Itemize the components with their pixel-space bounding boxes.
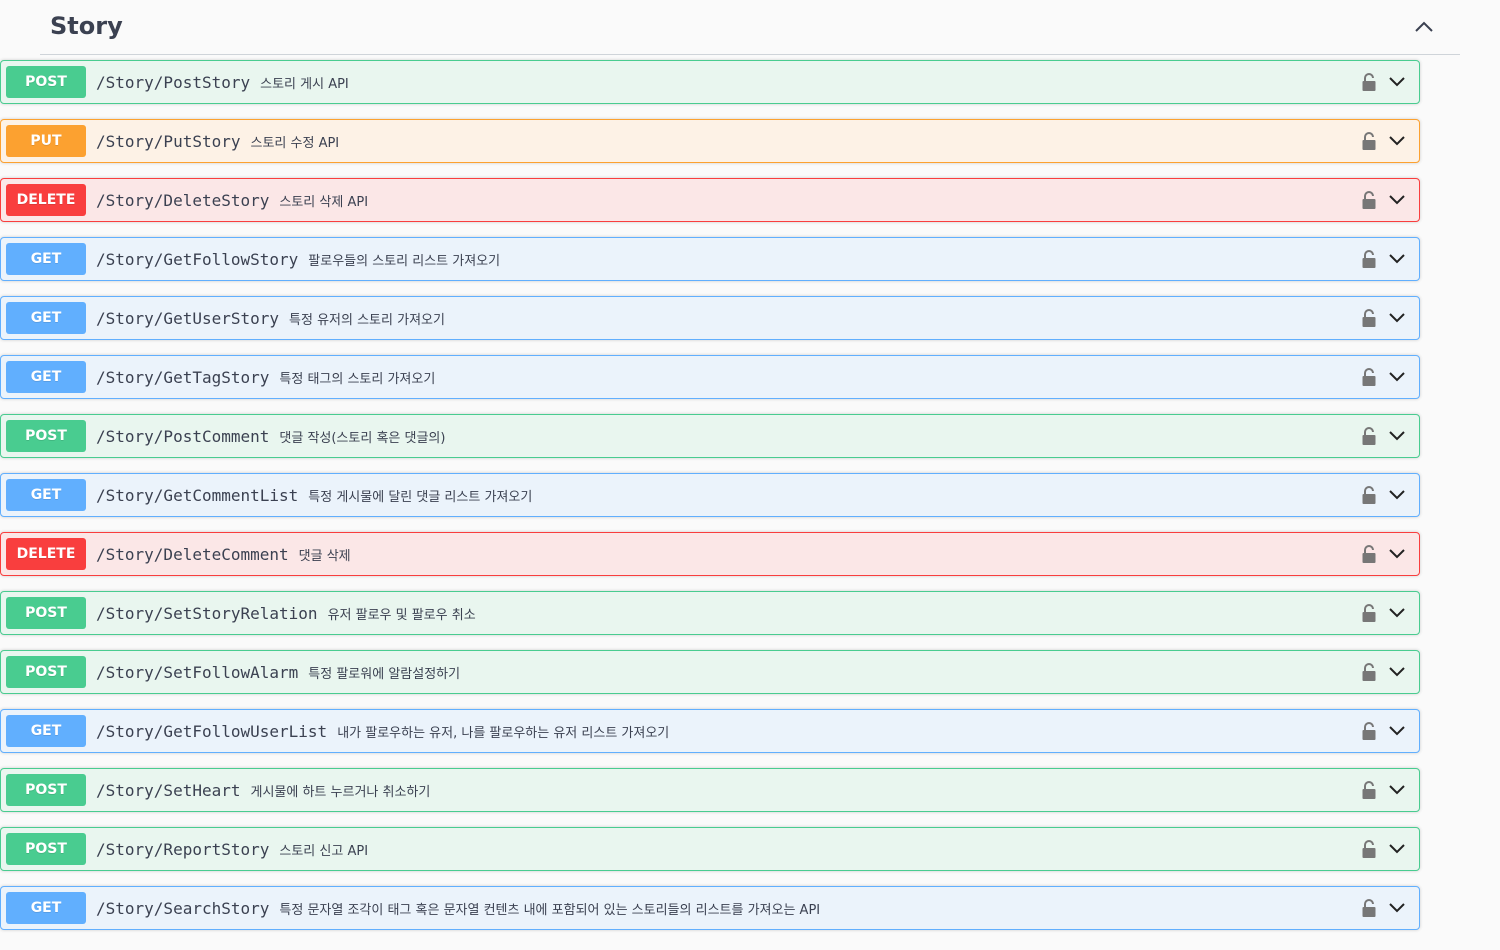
unlocked-padlock-icon[interactable] [1359, 424, 1379, 448]
unlocked-padlock-icon[interactable] [1359, 483, 1379, 507]
unlocked-padlock-icon[interactable] [1359, 837, 1379, 861]
story-section: Story [40, 0, 1460, 55]
operation-row-put[interactable]: PUT /Story/PutStory 스토리 수정 API [0, 119, 1420, 163]
chevron-down-icon[interactable] [1385, 365, 1409, 389]
method-badge: PUT [6, 125, 86, 157]
section-title: Story [50, 12, 123, 40]
operation-row-post[interactable]: POST /Story/SetFollowAlarm 특정 팔로워에 알람설정하… [0, 650, 1420, 694]
operation-summary: 댓글 작성(스토리 혹은 댓글의) [279, 430, 446, 446]
chevron-up-icon[interactable] [1404, 7, 1444, 47]
chevron-down-icon[interactable] [1385, 247, 1409, 271]
unlocked-padlock-icon[interactable] [1359, 660, 1379, 684]
operation-summary: 댓글 삭제 [298, 548, 351, 564]
method-badge: POST [6, 656, 86, 688]
operation-row-get[interactable]: GET /Story/SearchStory 특정 문자열 조각이 태그 혹은 … [0, 886, 1420, 930]
chevron-down-icon[interactable] [1385, 306, 1409, 330]
operation-summary: 특정 유저의 스토리 가져오기 [289, 312, 445, 328]
operation-summary: 스토리 수정 API [250, 135, 340, 151]
operation-row-get[interactable]: GET /Story/GetTagStory 특정 태그의 스토리 가져오기 [0, 355, 1420, 399]
operation-path: /Story/DeleteStory [96, 190, 270, 210]
method-badge: POST [6, 774, 86, 806]
operation-row-post[interactable]: POST /Story/ReportStory 스토리 신고 API [0, 827, 1420, 871]
operation-path: /Story/GetFollowStory [96, 249, 299, 269]
chevron-down-icon[interactable] [1385, 719, 1409, 743]
chevron-down-icon[interactable] [1385, 896, 1409, 920]
chevron-down-icon[interactable] [1385, 129, 1409, 153]
operation-row-get[interactable]: GET /Story/GetFollowUserList 내가 팔로우하는 유저… [0, 709, 1420, 753]
unlocked-padlock-icon[interactable] [1359, 129, 1379, 153]
unlocked-padlock-icon[interactable] [1359, 365, 1379, 389]
chevron-down-icon[interactable] [1385, 837, 1409, 861]
operation-path: /Story/SetHeart [96, 780, 241, 800]
operation-path: /Story/SetFollowAlarm [96, 662, 299, 682]
operation-path: /Story/GetTagStory [96, 367, 270, 387]
method-badge: GET [6, 479, 86, 511]
chevron-down-icon[interactable] [1385, 483, 1409, 507]
unlocked-padlock-icon[interactable] [1359, 896, 1379, 920]
operation-path: /Story/GetCommentList [96, 485, 299, 505]
operation-row-get[interactable]: GET /Story/GetFollowStory 팔로우들의 스토리 리스트 … [0, 237, 1420, 281]
unlocked-padlock-icon[interactable] [1359, 778, 1379, 802]
operation-row-get[interactable]: GET /Story/GetUserStory 특정 유저의 스토리 가져오기 [0, 296, 1420, 340]
method-badge: DELETE [6, 538, 86, 570]
unlocked-padlock-icon[interactable] [1359, 601, 1379, 625]
method-badge: GET [6, 361, 86, 393]
method-badge: GET [6, 892, 86, 924]
unlocked-padlock-icon[interactable] [1359, 70, 1379, 94]
operation-path: /Story/ReportStory [96, 839, 270, 859]
operation-path: /Story/DeleteComment [96, 544, 289, 564]
operation-row-get[interactable]: GET /Story/GetCommentList 특정 게시물에 달린 댓글 … [0, 473, 1420, 517]
chevron-down-icon[interactable] [1385, 660, 1409, 684]
operation-summary: 특정 팔로워에 알람설정하기 [308, 666, 461, 682]
operation-summary: 특정 태그의 스토리 가져오기 [279, 371, 436, 387]
operation-path: /Story/GetUserStory [96, 308, 280, 328]
operation-path: /Story/SearchStory [96, 898, 270, 918]
section-header[interactable]: Story [40, 0, 1460, 55]
operation-summary: 특정 게시물에 달린 댓글 리스트 가져오기 [308, 489, 533, 505]
method-badge: GET [6, 243, 86, 275]
method-badge: GET [6, 302, 86, 334]
chevron-down-icon[interactable] [1385, 601, 1409, 625]
method-badge: POST [6, 597, 86, 629]
chevron-down-icon[interactable] [1385, 424, 1409, 448]
unlocked-padlock-icon[interactable] [1359, 306, 1379, 330]
operation-row-post[interactable]: POST /Story/PostStory 스토리 게시 API [0, 60, 1420, 104]
operation-row-delete[interactable]: DELETE /Story/DeleteComment 댓글 삭제 [0, 532, 1420, 576]
method-badge: POST [6, 420, 86, 452]
operations-list: POST /Story/PostStory 스토리 게시 API PUT /St… [0, 60, 1420, 945]
operation-path: /Story/PostComment [96, 426, 270, 446]
method-badge: GET [6, 715, 86, 747]
method-badge: POST [6, 833, 86, 865]
operation-summary: 게시물에 하트 누르거나 취소하기 [250, 784, 431, 800]
chevron-down-icon[interactable] [1385, 188, 1409, 212]
method-badge: DELETE [6, 184, 86, 216]
operation-row-delete[interactable]: DELETE /Story/DeleteStory 스토리 삭제 API [0, 178, 1420, 222]
operation-summary: 스토리 신고 API [279, 843, 369, 859]
operation-summary: 스토리 게시 API [260, 76, 349, 92]
operation-row-post[interactable]: POST /Story/SetStoryRelation 유저 팔로우 및 팔로… [0, 591, 1420, 635]
operation-summary: 팔로우들의 스토리 리스트 가져오기 [308, 253, 501, 269]
operation-summary: 특정 문자열 조각이 태그 혹은 문자열 컨텐츠 내에 포함되어 있는 스토리들… [279, 902, 821, 918]
operation-row-post[interactable]: POST /Story/PostComment 댓글 작성(스토리 혹은 댓글의… [0, 414, 1420, 458]
operation-summary: 스토리 삭제 API [279, 194, 369, 210]
unlocked-padlock-icon[interactable] [1359, 188, 1379, 212]
operation-path: /Story/PostStory [96, 72, 251, 92]
chevron-down-icon[interactable] [1385, 70, 1409, 94]
operation-summary: 내가 팔로우하는 유저, 나를 팔로우하는 유저 리스트 가져오기 [337, 725, 670, 741]
chevron-down-icon[interactable] [1385, 778, 1409, 802]
operation-summary: 유저 팔로우 및 팔로우 취소 [327, 607, 476, 623]
operation-path: /Story/SetStoryRelation [96, 603, 318, 623]
operation-row-post[interactable]: POST /Story/SetHeart 게시물에 하트 누르거나 취소하기 [0, 768, 1420, 812]
chevron-down-icon[interactable] [1385, 542, 1409, 566]
unlocked-padlock-icon[interactable] [1359, 542, 1379, 566]
operation-path: /Story/GetFollowUserList [96, 721, 328, 741]
unlocked-padlock-icon[interactable] [1359, 719, 1379, 743]
unlocked-padlock-icon[interactable] [1359, 247, 1379, 271]
method-badge: POST [6, 66, 86, 98]
operation-path: /Story/PutStory [96, 131, 241, 151]
